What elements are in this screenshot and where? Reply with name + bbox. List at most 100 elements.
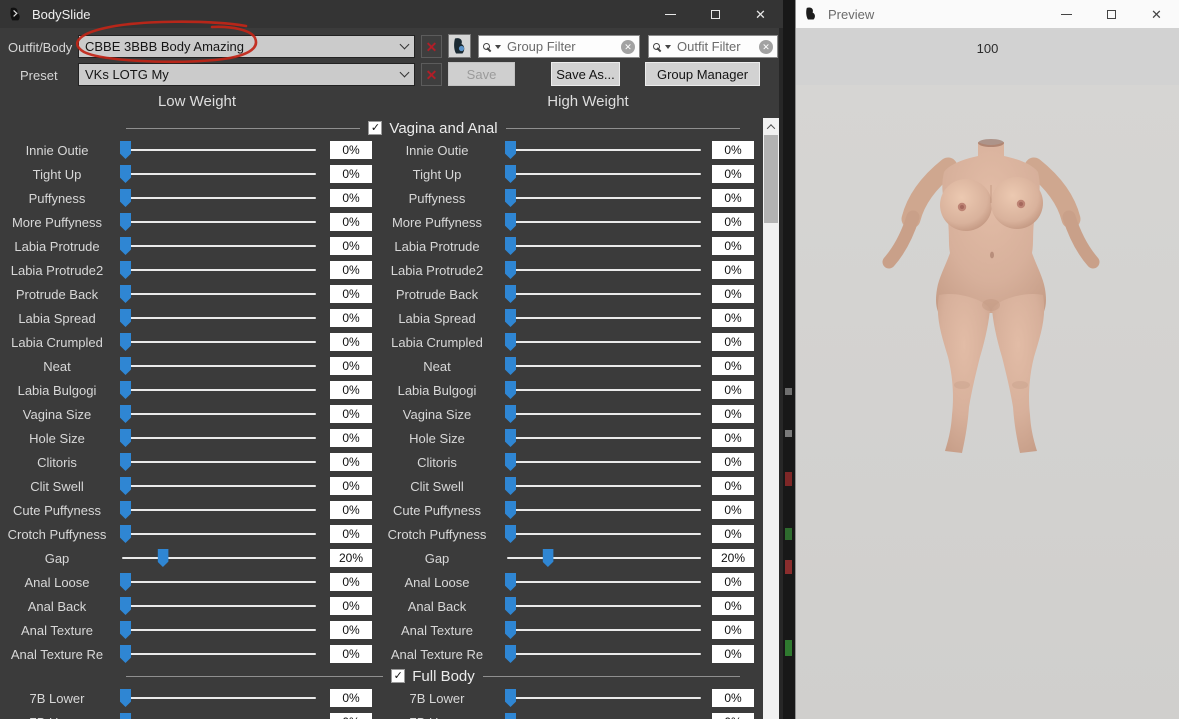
slider-value-high[interactable]: 0% <box>712 261 754 279</box>
slider-track-low[interactable] <box>120 522 318 546</box>
slider-value-high[interactable]: 0% <box>712 333 754 351</box>
slider-thumb[interactable] <box>505 189 516 207</box>
slider-value-low[interactable]: 20% <box>330 549 372 567</box>
slider-value-low[interactable]: 0% <box>330 237 372 255</box>
slider-thumb[interactable] <box>120 477 131 495</box>
slider-value-high[interactable]: 0% <box>712 713 754 719</box>
slider-thumb[interactable] <box>120 501 131 519</box>
slider-value-low[interactable]: 0% <box>330 645 372 663</box>
slider-value-low[interactable]: 0% <box>330 333 372 351</box>
slider-value-low[interactable]: 0% <box>330 573 372 591</box>
slider-track-low[interactable] <box>120 138 318 162</box>
slider-track-high[interactable] <box>505 282 703 306</box>
slider-value-high[interactable]: 0% <box>712 405 754 423</box>
slider-track-low[interactable] <box>120 210 318 234</box>
maximize-button[interactable] <box>1089 0 1134 28</box>
slider-value-low[interactable]: 0% <box>330 689 372 707</box>
slider-thumb[interactable] <box>120 429 131 447</box>
slider-track-low[interactable] <box>120 594 318 618</box>
slider-track-low[interactable] <box>120 378 318 402</box>
slider-track-high[interactable] <box>505 546 703 570</box>
slider-value-high[interactable]: 0% <box>712 237 754 255</box>
slider-value-high[interactable]: 0% <box>712 597 754 615</box>
slider-track-low[interactable] <box>120 570 318 594</box>
slider-track-high[interactable] <box>505 162 703 186</box>
scrollbar-thumb[interactable] <box>764 135 778 223</box>
slider-thumb[interactable] <box>120 597 131 615</box>
slider-track-low[interactable] <box>120 426 318 450</box>
slider-value-low[interactable]: 0% <box>330 621 372 639</box>
slider-value-low[interactable]: 0% <box>330 357 372 375</box>
clear-icon[interactable]: ✕ <box>759 40 773 54</box>
slider-value-low[interactable]: 0% <box>330 165 372 183</box>
slider-value-low[interactable]: 0% <box>330 525 372 543</box>
slider-thumb[interactable] <box>505 713 516 719</box>
slider-thumb[interactable] <box>120 285 131 303</box>
slider-track-low[interactable] <box>120 234 318 258</box>
slider-value-high[interactable]: 0% <box>712 525 754 543</box>
save-button[interactable]: Save <box>448 62 515 86</box>
slider-thumb[interactable] <box>120 141 131 159</box>
slider-track-high[interactable] <box>505 330 703 354</box>
section-checkbox[interactable]: ✓ <box>368 121 382 135</box>
slider-track-low[interactable] <box>120 546 318 570</box>
slider-track-high[interactable] <box>505 498 703 522</box>
slider-track-high[interactable] <box>505 642 703 666</box>
slider-thumb[interactable] <box>505 573 516 591</box>
slider-thumb[interactable] <box>120 357 131 375</box>
slider-track-low[interactable] <box>120 618 318 642</box>
slider-value-high[interactable]: 0% <box>712 381 754 399</box>
slider-track-high[interactable] <box>505 618 703 642</box>
slider-thumb[interactable] <box>505 501 516 519</box>
slider-thumb[interactable] <box>505 621 516 639</box>
slider-thumb[interactable] <box>505 525 516 543</box>
slider-track-low[interactable] <box>120 258 318 282</box>
slider-thumb[interactable] <box>505 213 516 231</box>
slider-track-high[interactable] <box>505 522 703 546</box>
slider-value-low[interactable]: 0% <box>330 477 372 495</box>
slider-track-high[interactable] <box>505 570 703 594</box>
slider-thumb[interactable] <box>505 429 516 447</box>
preset-delete-button[interactable]: ✕ <box>421 63 442 86</box>
clear-icon[interactable]: ✕ <box>621 40 635 54</box>
slider-value-high[interactable]: 0% <box>712 645 754 663</box>
slider-thumb[interactable] <box>120 689 131 707</box>
slider-thumb[interactable] <box>542 549 553 567</box>
preview-3d-viewport[interactable] <box>796 85 1179 719</box>
slider-track-high[interactable] <box>505 686 703 710</box>
slider-value-high[interactable]: 0% <box>712 165 754 183</box>
slider-track-high[interactable] <box>505 710 703 719</box>
slider-value-high[interactable]: 0% <box>712 141 754 159</box>
save-as-button[interactable]: Save As... <box>551 62 620 86</box>
close-button[interactable]: ✕ <box>1134 0 1179 28</box>
slider-track-high[interactable] <box>505 594 703 618</box>
group-filter-input[interactable] <box>505 38 621 55</box>
slider-thumb[interactable] <box>505 405 516 423</box>
slider-thumb[interactable] <box>120 213 131 231</box>
slider-value-high[interactable]: 0% <box>712 501 754 519</box>
slider-thumb[interactable] <box>505 309 516 327</box>
slider-value-low[interactable]: 0% <box>330 261 372 279</box>
slider-value-high[interactable]: 0% <box>712 621 754 639</box>
minimize-button[interactable] <box>648 0 693 28</box>
slider-track-low[interactable] <box>120 450 318 474</box>
maximize-button[interactable] <box>693 0 738 28</box>
slider-track-high[interactable] <box>505 210 703 234</box>
slider-value-low[interactable]: 0% <box>330 213 372 231</box>
slider-thumb[interactable] <box>505 141 516 159</box>
slider-value-low[interactable]: 0% <box>330 501 372 519</box>
slider-value-high[interactable]: 0% <box>712 189 754 207</box>
slider-thumb[interactable] <box>120 333 131 351</box>
slider-value-high[interactable]: 0% <box>712 357 754 375</box>
slider-value-high[interactable]: 0% <box>712 689 754 707</box>
slider-track-high[interactable] <box>505 378 703 402</box>
slider-thumb[interactable] <box>120 381 131 399</box>
slider-thumb[interactable] <box>120 525 131 543</box>
slider-thumb[interactable] <box>120 405 131 423</box>
slider-thumb[interactable] <box>505 381 516 399</box>
slider-value-low[interactable]: 0% <box>330 309 372 327</box>
slider-thumb[interactable] <box>120 189 131 207</box>
slider-value-high[interactable]: 0% <box>712 573 754 591</box>
slider-track-high[interactable] <box>505 354 703 378</box>
section-checkbox[interactable]: ✓ <box>391 669 405 683</box>
